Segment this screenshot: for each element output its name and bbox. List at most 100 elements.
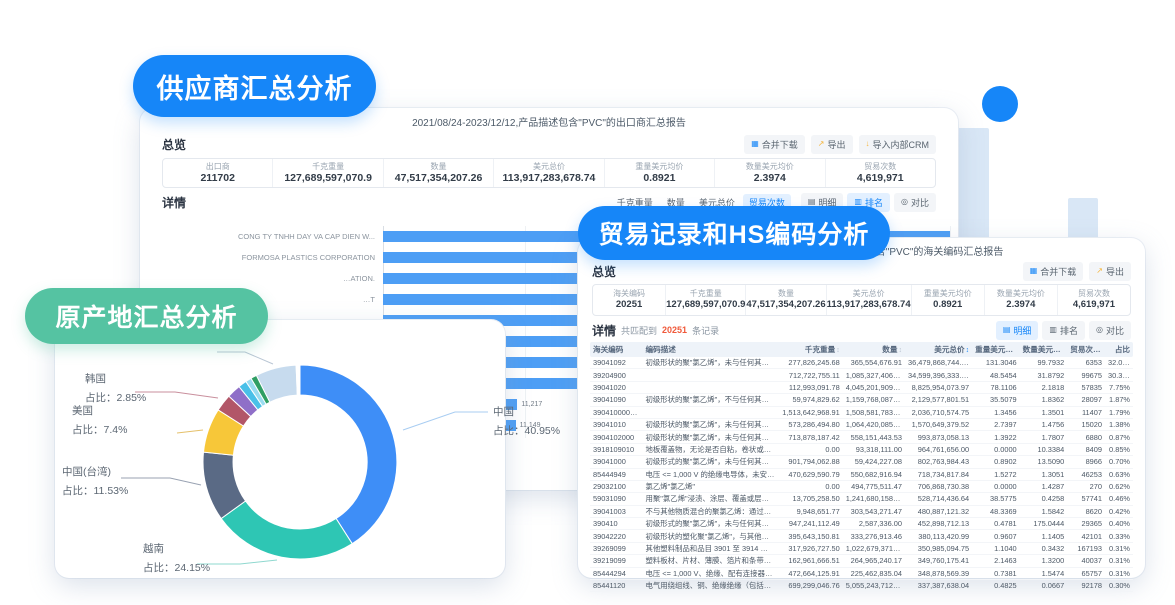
table-cell: 337,387,638.04 <box>905 581 972 590</box>
table-cell: 0.87% <box>1105 433 1133 442</box>
table-row[interactable]: 3918109010地板覆盖物，无论是否自粘，卷状或板砖形式，以及墙壁或天花板覆… <box>590 444 1133 456</box>
stat-value: 127,689,597,070.9 <box>284 172 372 184</box>
detail-button[interactable]: ▤明细 <box>996 321 1039 340</box>
table-cell: 9,948,651.77 <box>778 507 843 516</box>
table-row[interactable]: 59031090用聚"氯乙烯"浸渍、涂层、覆盖或层压的纺织织物（不包括用聚"氯乙… <box>590 493 1133 505</box>
table-cell: 35.5079 <box>972 395 1020 404</box>
table-cell: 0.0000 <box>972 445 1020 454</box>
table-cell: 38.5775 <box>972 494 1020 503</box>
trade-hs-analysis-pill: 贸易记录和HS编码分析 <box>578 206 890 260</box>
stat-出口商: 出口商211702 <box>163 159 272 187</box>
origin-analysis-pill: 原产地汇总分析 <box>25 288 268 344</box>
sort-icon[interactable]: ↕ <box>966 347 970 354</box>
stat-value: 2.3974 <box>1006 299 1035 311</box>
column-header-数量[interactable]: 数量↕ <box>843 344 905 355</box>
table-cell: 964,761,656.00 <box>905 445 972 454</box>
table-cell: 1.3922 <box>972 433 1020 442</box>
table-cell: 1,085,327,406.42 <box>843 371 905 380</box>
table-row[interactable]: 39041020112,993,091.784,045,201,909.968,… <box>590 382 1133 394</box>
stat-value: 211702 <box>200 172 234 184</box>
table-row[interactable]: 85444294电压 <= 1,000 V、绝缘、配有连接器的电导体，其他：电压… <box>590 568 1133 580</box>
merge-download-button[interactable]: ▦合并下载 <box>744 135 805 154</box>
overview-section-title: 总览 <box>592 263 616 280</box>
column-header-编码描述: 编码描述 <box>642 344 778 355</box>
button-label: 合并下载 <box>1040 265 1076 278</box>
compare-icon: ◎ <box>901 198 908 206</box>
table-cell: 8409 <box>1067 445 1105 454</box>
compare-button[interactable]: ◎对比 <box>894 193 936 212</box>
table-cell: 0.4258 <box>1020 494 1068 503</box>
column-header-贸易次数[interactable]: 贸易次数↕ <box>1067 344 1105 355</box>
table-cell: 0.31% <box>1105 556 1133 565</box>
table-cell: 528,714,436.64 <box>905 494 972 503</box>
column-header-千克重量[interactable]: 千克重量↕ <box>778 344 843 355</box>
table-row[interactable]: 39219099塑料板材、片材、薄膜、箔片和条带、经过强化、层压、支撑或与其他…… <box>590 555 1133 567</box>
table-cell: 550,682,916.94 <box>843 470 905 479</box>
table-row[interactable]: 39041090初级形状的聚"氯乙烯"，不与任何其他物质混合：其他聚（氯乙烯），… <box>590 394 1133 406</box>
export-button[interactable]: ↗导出 <box>1089 262 1131 281</box>
table-cell: 39041010 <box>590 420 642 429</box>
table-cell: 0.00 <box>778 445 843 454</box>
table-cell: 480,887,121.32 <box>905 507 972 516</box>
stat-海关编码: 海关编码20251 <box>593 285 665 315</box>
table-cell: 1.5474 <box>1020 569 1068 578</box>
table-row[interactable]: 39269099其他塑料制品和品目 3901 至 3914 所列的其他材料制品（… <box>590 543 1133 555</box>
rank-icon: ▥ <box>854 198 862 206</box>
detail-icon: ▤ <box>808 198 816 206</box>
view-toggle-buttons: ▤明细▥排名◎对比 <box>996 321 1131 340</box>
table-row[interactable]: 85441120电气用绕组线、铜、绝缘绝缘（包括漆包或阳极氧化）电线、电缆（包…… <box>590 580 1133 592</box>
stat-贸易次数: 贸易次数4,619,971 <box>825 159 935 187</box>
table-row[interactable]: 39041003不与其他物质混合的聚氯乙烯：通过本体或悬浮聚合工艺获得的聚氯乙…… <box>590 506 1133 518</box>
table-cell: 0.85% <box>1105 445 1133 454</box>
column-header-重量美元均价: 重量美元均价 <box>972 344 1020 355</box>
table-cell: 1.1405 <box>1020 532 1068 541</box>
table-cell: 39042220 <box>590 532 642 541</box>
supplier-actions: ▦合并下载 ↗导出 ↓导入内部CRM <box>744 135 936 154</box>
table-cell: 28097 <box>1067 395 1105 404</box>
decor-circle <box>982 86 1018 122</box>
table-cell: 947,241,112.49 <box>778 519 843 528</box>
sort-icon[interactable]: ↕ <box>836 347 840 354</box>
table-cell: 0.3432 <box>1020 544 1068 553</box>
compare-button[interactable]: ◎对比 <box>1089 321 1131 340</box>
supplier-overview-stats: 出口商211702千克重量127,689,597,070.9数量47,517,3… <box>162 158 936 188</box>
merge-download-button[interactable]: ▦合并下载 <box>1023 262 1084 281</box>
table-cell: 2,129,577,801.51 <box>905 395 972 404</box>
table-cell: 1.8362 <box>1020 395 1068 404</box>
table-row[interactable]: 39041010初级形状的聚"氯乙烯"，未与任何其他物质混合：乳液级 PVC 树… <box>590 419 1133 431</box>
table-row[interactable]: 390410初级形式的聚"氯乙烯"，未与任何其他物质混合 + 未提供详细标签 +… <box>590 518 1133 530</box>
table-cell: 470,629,590.79 <box>778 470 843 479</box>
rank-button[interactable]: ▥排名 <box>1042 321 1085 340</box>
table-cell: 350,985,094.75 <box>905 544 972 553</box>
dashboard-collage: 2021/08/24-2023/12/12,产品描述包含"PVC"的出口商汇总报… <box>0 0 1175 605</box>
table-cell: 131.3046 <box>972 358 1020 367</box>
stat-label: 数量美元均价 <box>746 162 794 171</box>
table-cell: 57835 <box>1067 383 1105 392</box>
stat-value: 20251 <box>616 299 642 311</box>
table-row[interactable]: 3904102000初级形状的聚"氯乙烯"，未与任何其他物质混合：悬浮级 PVC… <box>590 431 1133 443</box>
stat-美元总价: 美元总价113,917,283,678.74 <box>493 159 603 187</box>
table-cell: 59031090 <box>590 494 642 503</box>
table-row[interactable]: 29032100氯乙烯"氯乙烯"0.00494,775,511.47706,86… <box>590 481 1133 493</box>
table-cell: 0.0000 <box>972 482 1020 491</box>
import-crm-button[interactable]: ↓导入内部CRM <box>859 135 937 154</box>
table-cell: 13.5090 <box>1020 457 1068 466</box>
table-cell: 277,826,245.68 <box>778 358 843 367</box>
origin-summary-panel: 占比：6.78% 韩国 占比：2.85% 美国 占比：7.4% 中国(台湾) 占… <box>55 320 505 578</box>
table-row[interactable]: 85444949电压 <= 1,000 V 的绝缘电导体，未安装连接器，其他绝缘… <box>590 469 1133 481</box>
table-cell: 706,868,730.38 <box>905 482 972 491</box>
table-row[interactable]: 3904100000191,513,642,968.911,508,581,78… <box>590 407 1133 419</box>
table-cell: 112,993,091.78 <box>778 383 843 392</box>
table-row[interactable]: 39041092初级形状的聚"氯乙烯"，未与任何其他物质混合：其他：粉末277,… <box>590 357 1133 369</box>
sort-icon[interactable]: ↕ <box>898 347 902 354</box>
table-cell: 1,064,420,085.81 <box>843 420 905 429</box>
table-row[interactable]: 39041000初级形式的聚"氯乙烯"，未与任何其他物质混合 + 未提供详细标签… <box>590 456 1133 468</box>
column-header-美元总价[interactable]: 美元总价↕ <box>905 344 972 355</box>
export-button[interactable]: ↗导出 <box>811 135 853 154</box>
table-cell: 2.7397 <box>972 420 1020 429</box>
table-row[interactable]: 39204900712,722,755.111,085,327,406.4234… <box>590 369 1133 381</box>
stat-label: 美元总价 <box>533 162 565 171</box>
stat-重量美元均价: 重量美元均价0.8921 <box>604 159 714 187</box>
table-cell: 348,878,569.39 <box>905 569 972 578</box>
table-row[interactable]: 39042220初级形状的塑化聚"氯乙烯"，与其他物质混合：颗粒395,643,… <box>590 530 1133 542</box>
